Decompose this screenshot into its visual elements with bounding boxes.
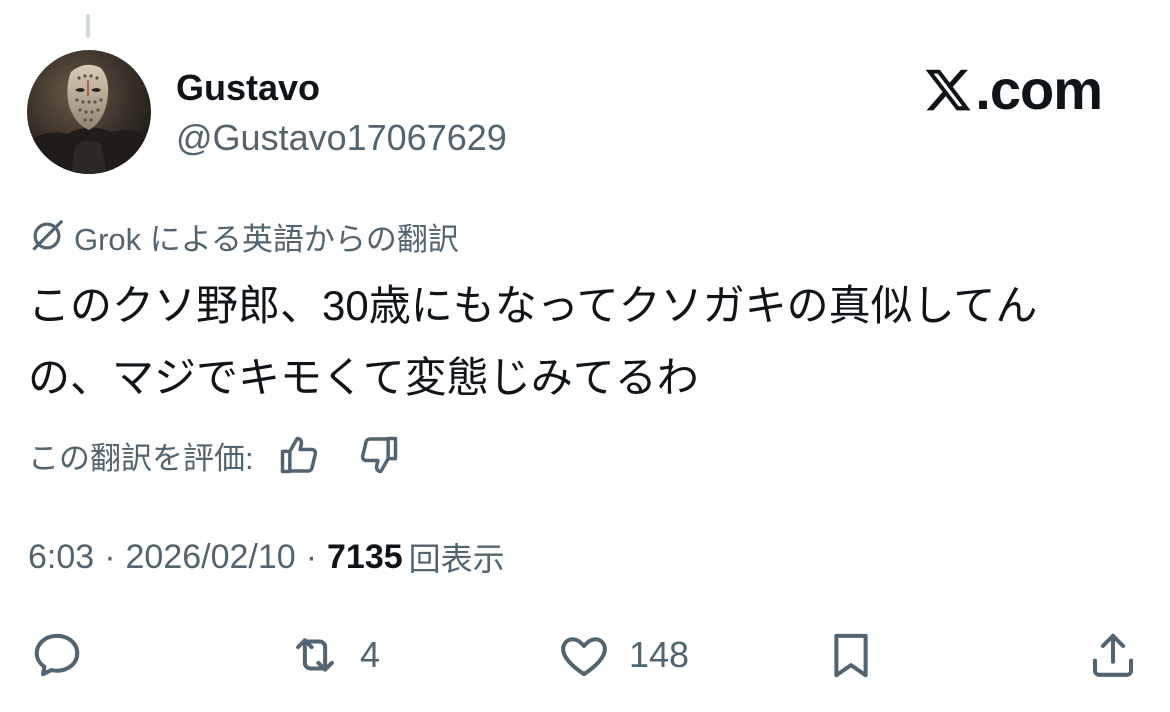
thumbs-down-icon bbox=[360, 436, 397, 474]
view-count[interactable]: 7135 bbox=[327, 538, 403, 577]
rate-translation: この翻訳を評価: bbox=[28, 432, 402, 478]
translation-label: Grok による英語からの翻訳 bbox=[74, 221, 459, 257]
thread-connector-line bbox=[86, 14, 90, 38]
repost-count: 4 bbox=[360, 634, 381, 675]
post-date[interactable]: 2026/02/10 bbox=[126, 538, 296, 577]
avatar-image bbox=[27, 50, 151, 174]
heart-icon bbox=[561, 637, 607, 677]
post-time[interactable]: 6:03 bbox=[28, 538, 94, 577]
bookmark-button[interactable] bbox=[824, 628, 878, 682]
author-display-name[interactable]: Gustavo bbox=[176, 66, 320, 110]
author-handle[interactable]: @Gustavo17067629 bbox=[176, 116, 507, 160]
post-meta: 6:03 · 2026/02/10 · 7135 回表示 bbox=[28, 534, 505, 580]
thumbs-up-button[interactable] bbox=[276, 432, 322, 478]
translation-attribution[interactable]: Grok による英語からの翻訳 bbox=[28, 216, 459, 257]
meta-separator: · bbox=[305, 537, 318, 576]
brand-text: .com bbox=[975, 58, 1103, 121]
like-button[interactable]: 148 bbox=[557, 628, 689, 682]
x-logo-icon bbox=[925, 69, 971, 111]
like-count: 148 bbox=[629, 634, 690, 675]
share-button[interactable] bbox=[1086, 628, 1140, 682]
reply-button[interactable] bbox=[30, 628, 84, 682]
rate-translation-label: この翻訳を評価: bbox=[28, 440, 254, 476]
reply-icon bbox=[34, 633, 80, 677]
brand-watermark: .com bbox=[923, 58, 1103, 121]
repost-icon bbox=[296, 638, 334, 672]
grok-icon bbox=[32, 220, 63, 251]
post-text-line: の、マジでキモくて変態じみてるわ bbox=[28, 354, 699, 401]
action-bar: 4 148 bbox=[0, 620, 1170, 690]
repost-button[interactable]: 4 bbox=[288, 628, 380, 682]
meta-separator: · bbox=[104, 537, 116, 576]
thumbs-down-button[interactable] bbox=[356, 432, 402, 478]
thumbs-up-icon bbox=[280, 436, 317, 474]
view-count-label: 回表示 bbox=[408, 541, 505, 577]
post-text: このクソ野郎、30歳にもなってクソガキの真似してん の、マジでキモくて変態じみて… bbox=[28, 270, 1148, 414]
share-icon bbox=[1092, 633, 1134, 677]
post-text-line: このクソ野郎、30歳にもなってクソガキの真似してん bbox=[28, 282, 1038, 329]
avatar[interactable] bbox=[27, 50, 151, 174]
bookmark-icon bbox=[834, 633, 868, 678]
